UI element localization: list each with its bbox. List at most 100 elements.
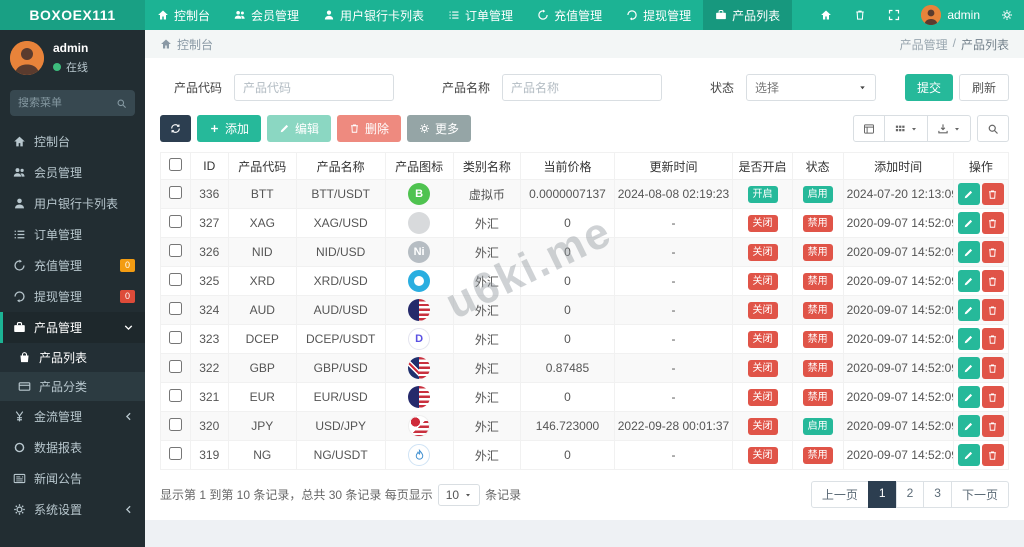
topnav-item-user[interactable]: 用户银行卡列表 xyxy=(311,0,436,30)
product-code-input[interactable] xyxy=(234,74,395,101)
enabled-status-badge: 禁用 xyxy=(802,446,833,464)
refresh-button[interactable]: 刷新 xyxy=(958,74,1009,101)
row-edit-button[interactable] xyxy=(957,299,980,321)
row-checkbox[interactable] xyxy=(168,418,182,431)
sidebar-item-home[interactable]: 控制台 xyxy=(0,126,145,157)
sidebar-item-list[interactable]: 订单管理 xyxy=(0,219,145,250)
cell-category: 外汇 xyxy=(452,266,522,296)
toggle-view-button[interactable] xyxy=(853,115,885,142)
row-edit-button[interactable] xyxy=(957,270,980,292)
topnav-item-recharge[interactable]: 充值管理 xyxy=(525,0,614,30)
cell-category: 外汇 xyxy=(452,295,522,325)
row-checkbox-cell xyxy=(160,382,191,412)
row-delete-button[interactable] xyxy=(981,386,1004,408)
reload-button[interactable] xyxy=(160,115,191,142)
cell-open: 关闭 xyxy=(732,382,793,412)
header-checkbox-cell xyxy=(160,152,191,180)
row-delete-button[interactable] xyxy=(981,212,1004,234)
row-checkbox[interactable] xyxy=(168,273,182,286)
cell-category: 外汇 xyxy=(452,353,522,383)
export-button[interactable] xyxy=(927,115,971,142)
row-checkbox[interactable] xyxy=(168,360,182,373)
row-checkbox[interactable] xyxy=(168,331,182,344)
submit-button[interactable]: 提交 xyxy=(904,74,953,101)
row-delete-button[interactable] xyxy=(981,357,1004,379)
content-panel: u6ki.me 产品代码 产品名称 状态 选择 提交 刷新 添加 编辑 删除 更… xyxy=(145,58,1024,520)
delete-button[interactable]: 删除 xyxy=(337,115,402,142)
row-edit-button[interactable] xyxy=(957,241,980,263)
topnav-item-briefcase[interactable]: 产品列表 xyxy=(703,0,793,30)
page-size-select[interactable]: 10 xyxy=(437,483,481,506)
row-edit-button[interactable] xyxy=(957,386,980,408)
more-button[interactable]: 更多 xyxy=(407,115,472,142)
cell-product-code: XAG xyxy=(227,208,297,238)
topnav-item-label: 用户银行卡列表 xyxy=(340,8,425,23)
sidebar-item-recharge[interactable]: 充值管理 0 xyxy=(0,250,145,281)
cell-id: 327 xyxy=(189,208,229,238)
topnav-item-home[interactable]: 控制台 xyxy=(145,0,222,30)
select-all-checkbox[interactable] xyxy=(168,158,182,171)
cell-product-code: AUD xyxy=(227,295,297,325)
sidebar-item-users[interactable]: 会员管理 xyxy=(0,157,145,188)
sidebar-search-input[interactable] xyxy=(18,97,116,109)
page-nav-button[interactable]: 上一页 xyxy=(810,481,869,508)
sidebar-item-label: 会员管理 xyxy=(34,166,83,180)
expand-icon[interactable] xyxy=(877,0,911,30)
trash-icon[interactable] xyxy=(843,0,877,30)
home-icon xyxy=(13,135,26,148)
row-edit-button[interactable] xyxy=(957,415,980,437)
row-delete-button[interactable] xyxy=(981,328,1004,350)
sidebar-subitem-bag[interactable]: 产品列表 xyxy=(0,343,145,372)
row-checkbox[interactable] xyxy=(168,447,182,460)
sidebar-item-circle[interactable]: 数据报表 xyxy=(0,432,145,463)
cell-product-name: USD/JPY xyxy=(295,411,386,441)
sidebar-item-user[interactable]: 用户银行卡列表 xyxy=(0,188,145,219)
row-edit-button[interactable] xyxy=(957,328,980,350)
row-delete-button[interactable] xyxy=(981,299,1004,321)
topnav-item-users[interactable]: 会员管理 xyxy=(222,0,311,30)
page-button-1[interactable]: 1 xyxy=(867,481,897,508)
sidebar: admin 在线 控制台会员管理用户银行卡列表订单管理充值管理 0 提现管理 0 产品管… xyxy=(0,30,145,547)
page-nav-button[interactable]: 下一页 xyxy=(950,481,1009,508)
columns-button[interactable] xyxy=(884,115,928,142)
row-delete-button[interactable] xyxy=(981,415,1004,437)
row-edit-button[interactable] xyxy=(957,357,980,379)
sidebar-item-yen[interactable]: 金流管理 xyxy=(0,401,145,432)
sidebar-item-news[interactable]: 新闻公告 xyxy=(0,463,145,494)
online-status: 在线 xyxy=(53,59,88,75)
page-button-2[interactable]: 2 xyxy=(895,481,925,508)
add-button[interactable]: 添加 xyxy=(197,115,262,142)
sidebar-item-withdraw[interactable]: 提现管理 0 xyxy=(0,281,145,312)
table-search-button[interactable] xyxy=(977,115,1009,142)
row-checkbox[interactable] xyxy=(168,302,182,315)
sidebar-item-briefcase[interactable]: 产品管理 xyxy=(0,312,145,343)
settings-icon[interactable] xyxy=(990,0,1024,30)
enabled-status-badge: 禁用 xyxy=(802,301,833,319)
edit-button[interactable]: 编辑 xyxy=(267,115,332,142)
row-delete-button[interactable] xyxy=(981,270,1004,292)
product-name-input[interactable] xyxy=(502,74,663,101)
row-delete-button[interactable] xyxy=(981,444,1004,466)
row-checkbox[interactable] xyxy=(168,244,182,257)
row-checkbox[interactable] xyxy=(168,215,182,228)
row-edit-button[interactable] xyxy=(957,444,980,466)
breadcrumb-left[interactable]: 控制台 xyxy=(177,36,213,53)
filter-row: 产品代码 产品名称 状态 选择 提交 刷新 xyxy=(145,58,1024,109)
topnav-item-list[interactable]: 订单管理 xyxy=(436,0,525,30)
topbar-user-menu[interactable]: admin xyxy=(911,5,990,25)
row-delete-button[interactable] xyxy=(981,183,1004,205)
home-icon[interactable] xyxy=(809,0,843,30)
row-edit-button[interactable] xyxy=(957,183,980,205)
column-header: 当前价格 xyxy=(520,152,615,180)
topnav-item-withdraw[interactable]: 提现管理 xyxy=(614,0,703,30)
row-edit-button[interactable] xyxy=(957,212,980,234)
cell-price: 0 xyxy=(520,382,615,412)
row-checkbox[interactable] xyxy=(168,389,182,402)
row-checkbox[interactable] xyxy=(168,186,182,199)
sidebar-item-cogs[interactable]: 系统设置 xyxy=(0,494,145,525)
sidebar-subitem-card[interactable]: 产品分类 xyxy=(0,372,145,401)
row-delete-button[interactable] xyxy=(981,241,1004,263)
status-select[interactable]: 选择 xyxy=(746,74,877,101)
page-button-3[interactable]: 3 xyxy=(923,481,952,508)
cell-price: 0 xyxy=(520,208,615,238)
